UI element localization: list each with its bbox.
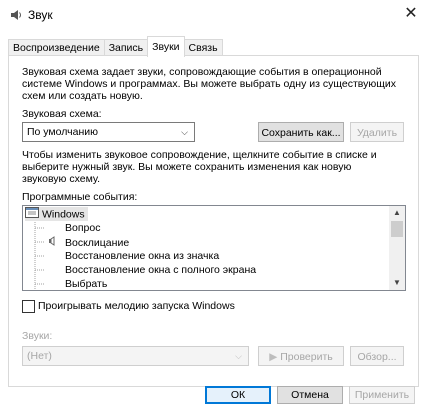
- program-events-list[interactable]: Windows Вопрос Восклицание Восстановлени…: [22, 205, 406, 291]
- list-scrollbar[interactable]: ▲ ▼: [389, 206, 405, 290]
- test-button[interactable]: ▶ Проверить: [258, 346, 344, 366]
- tab-bar: Воспроизведение Запись Звуки Связь: [8, 36, 223, 57]
- scheme-select-value: По умолчанию: [27, 126, 99, 138]
- hint-line-3: звуковую схему.: [22, 173, 101, 185]
- list-item[interactable]: Восстановление окна с полного экрана: [65, 263, 256, 277]
- windows-group-icon: [25, 207, 39, 222]
- test-button-label: Проверить: [280, 351, 333, 363]
- apply-button[interactable]: Применить: [349, 386, 415, 404]
- sounds-label: Звуки:: [22, 330, 53, 342]
- cancel-button[interactable]: Отмена: [277, 386, 343, 404]
- close-button[interactable]: ✕: [400, 4, 422, 24]
- scroll-down-icon[interactable]: ▼: [389, 276, 405, 290]
- intro-line-1: Звуковая схема задает звуки, сопровождаю…: [22, 66, 382, 78]
- chevron-down-icon: ⌵: [181, 127, 188, 137]
- title-bar: Звук: [10, 8, 53, 22]
- startup-label[interactable]: Проигрывать мелодию запуска Windows: [38, 300, 235, 312]
- tab-sounds[interactable]: Звуки: [147, 36, 185, 57]
- list-item[interactable]: Выбрать: [65, 277, 107, 290]
- hint-line-2: выберите нужный звук. Вы можете сохранит…: [22, 161, 352, 173]
- delete-button[interactable]: Удалить: [350, 122, 404, 142]
- window-title: Звук: [28, 8, 53, 22]
- speaker-icon: [10, 9, 22, 21]
- list-item[interactable]: Восстановление окна из значка: [65, 249, 219, 263]
- browse-button[interactable]: Обзор...: [350, 346, 404, 366]
- scroll-thumb[interactable]: [391, 221, 403, 237]
- scheme-select[interactable]: По умолчанию ⌵: [22, 122, 195, 142]
- sound-select-value: (Нет): [27, 350, 52, 362]
- play-icon: ▶: [269, 351, 278, 363]
- scheme-label: Звуковая схема:: [22, 108, 102, 120]
- scroll-up-icon[interactable]: ▲: [389, 206, 405, 220]
- hint-line-1: Чтобы изменить звуковое сопровождение, щ…: [22, 149, 377, 161]
- speaker-icon: [47, 235, 61, 251]
- list-item[interactable]: Вопрос: [65, 221, 100, 235]
- list-item-label: Восклицание: [65, 236, 130, 249]
- list-item-with-sound[interactable]: Восклицание: [47, 235, 129, 249]
- startup-checkbox[interactable]: [22, 300, 35, 313]
- list-group-windows[interactable]: Windows: [25, 207, 88, 221]
- list-group-label: Windows: [42, 208, 85, 221]
- ok-button[interactable]: ОК: [205, 386, 271, 404]
- intro-line-3: схем или создать новую.: [22, 90, 143, 102]
- close-icon: ✕: [404, 5, 418, 22]
- chevron-down-icon: ⌵: [235, 351, 242, 361]
- save-as-button[interactable]: Сохранить как...: [258, 122, 344, 142]
- events-label: Программные события:: [22, 191, 138, 203]
- intro-line-2: системе Windows и программах. Вы можете …: [22, 78, 397, 90]
- sound-select[interactable]: (Нет) ⌵: [22, 346, 249, 366]
